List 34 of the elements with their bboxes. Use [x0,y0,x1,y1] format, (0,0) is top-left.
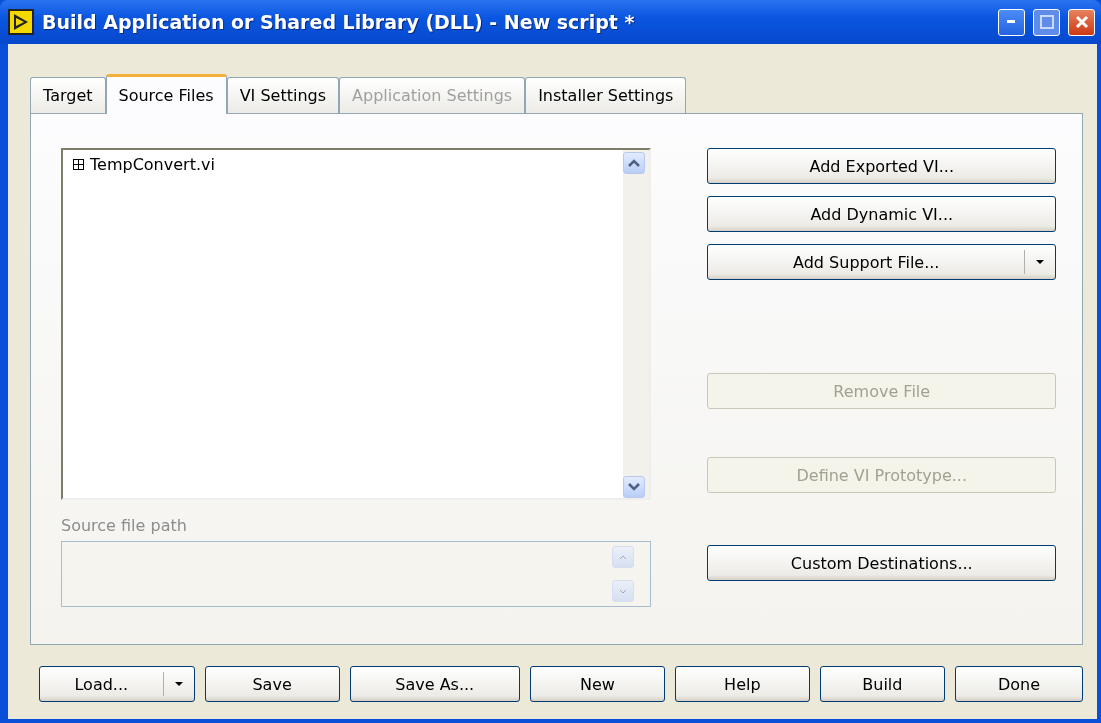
chevron-down-icon [619,588,628,594]
maximize-button[interactable] [1033,8,1060,36]
field-label: Source file path [61,516,188,535]
caret-icon [1035,259,1045,265]
action-button[interactable]: Add Support File... [707,244,1056,280]
close-button[interactable] [1068,8,1095,36]
footer-button[interactable]: Save As... [349,666,520,702]
close-icon [1074,15,1089,29]
minimize-icon [1006,20,1017,24]
tab[interactable]: Target [30,77,106,113]
minimize-button[interactable] [998,8,1025,36]
scroll-up-button[interactable] [623,152,646,174]
footer-button[interactable]: New [529,666,665,702]
expand-icon[interactable] [73,159,84,170]
tab[interactable]: Installer Settings [525,77,687,113]
chevron-up-icon [628,159,641,167]
footer-button[interactable]: Build [819,666,945,702]
footer-button[interactable]: Help [674,666,810,702]
app-icon [8,9,34,35]
chevron-down-icon [628,483,641,491]
scroll-down-button[interactable] [623,476,646,498]
chevron-up-icon [619,554,628,560]
tab[interactable]: VI Settings [226,77,340,113]
footer-button[interactable]: Load... [39,666,195,702]
maximize-icon [1039,15,1054,29]
caret-icon [173,681,184,687]
tab[interactable]: Source Files [105,74,227,114]
action-button[interactable]: Add Dynamic VI... [707,196,1056,232]
file-name[interactable]: TempConvert.vi [90,155,215,174]
action-button[interactable]: Add Exported VI... [707,148,1056,184]
action-button[interactable]: Custom Destinations... [707,545,1056,581]
window-title: Build Application or Shared Library (DLL) - New script * [42,11,636,33]
footer-button[interactable]: Done [954,666,1083,702]
footer-button[interactable]: Save [204,666,340,702]
